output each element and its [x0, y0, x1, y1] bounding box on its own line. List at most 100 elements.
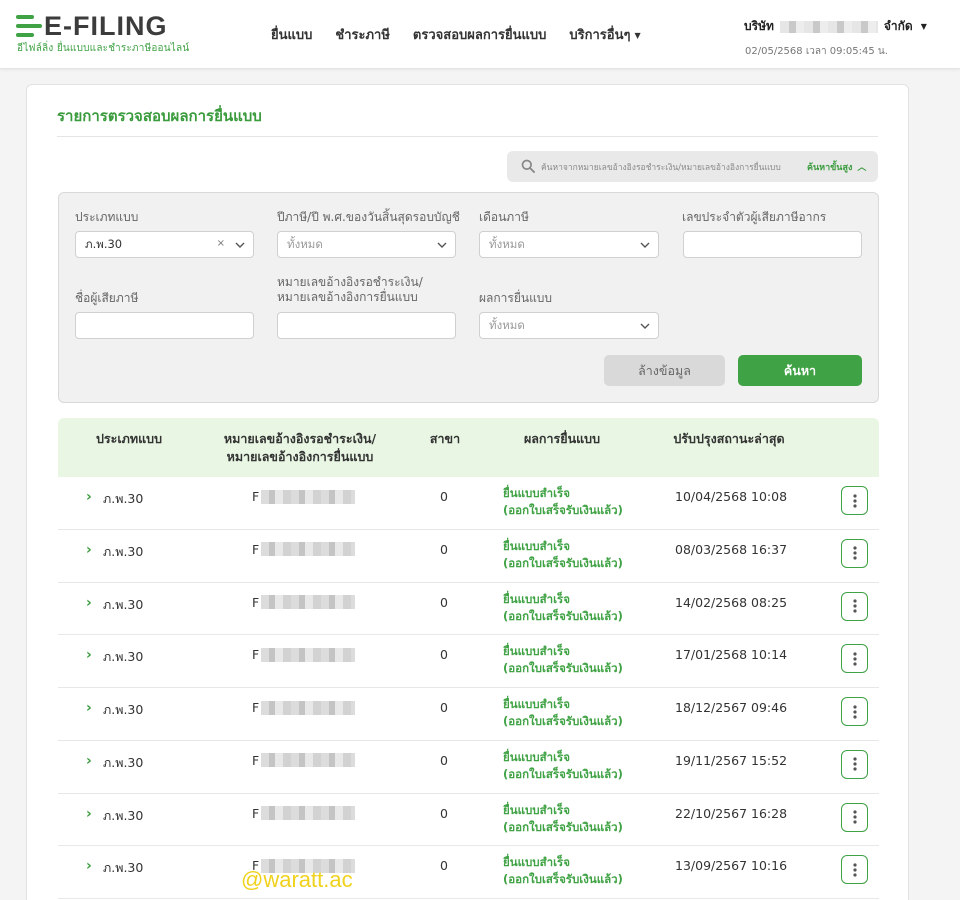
cell-ref-no: F — [252, 647, 356, 662]
expand-row-chevron-icon[interactable]: › — [86, 595, 92, 611]
clear-selection-icon[interactable]: × — [217, 238, 225, 249]
row-actions-button[interactable] — [841, 697, 868, 726]
cell-branch: 0 — [440, 858, 448, 874]
taxpayer-name-input[interactable] — [75, 312, 254, 339]
form-type-select[interactable]: ภ.พ.30 × — [75, 231, 254, 258]
cell-result: ยื่นแบบสำเร็จ (ออกใบเสร็จรับเงินแล้ว) — [503, 697, 623, 728]
cell-branch: 0 — [440, 752, 448, 768]
cell-form-type: ภ.พ.30 — [103, 543, 144, 559]
cell-form-type: ภ.พ.30 — [103, 491, 144, 506]
redacted-ref-no — [261, 542, 356, 557]
cell-ref-no: F — [252, 806, 356, 821]
more-vertical-icon — [852, 599, 857, 613]
cell-last-updated: 18/12/2567 09:46 — [675, 700, 788, 715]
nav-item-other-services[interactable]: บริการอื่นๆ ▼ — [569, 24, 640, 45]
cell-last-updated: 13/09/2567 10:16 — [675, 858, 788, 874]
cell-result: ยื่นแบบสำเร็จ (ออกใบเสร็จรับเงินแล้ว) — [503, 591, 623, 623]
redacted-ref-no — [261, 806, 356, 820]
cell-branch: 0 — [440, 700, 448, 715]
company-menu[interactable]: บริษัท จำกัด ▼ — [744, 17, 927, 36]
row-actions-button[interactable] — [841, 644, 868, 674]
clear-button[interactable]: ล้างข้อมูล — [604, 355, 725, 386]
cell-result: ยื่นแบบสำเร็จ (ออกใบเสร็จรับเงินแล้ว) — [503, 644, 623, 676]
search-button[interactable]: ค้นหา — [738, 355, 862, 386]
company-suffix: จำกัด — [883, 19, 913, 33]
main-nav: ยื่นแบบ ชำระภาษี ตรวจสอบผลการยื่นแบบ บริ… — [271, 24, 641, 45]
cell-ref-no: F — [252, 700, 356, 715]
expand-row-chevron-icon[interactable]: › — [86, 489, 92, 505]
table-row: › ภ.พ.30 F 0 ยื่นแบบสำเร็จ (ออกใบเสร็จรับ… — [58, 635, 879, 688]
cell-branch: 0 — [440, 594, 448, 610]
table-row: › ภ.พ.30 F 0 ยื่นแบบสำเร็จ (ออกใบเสร็จรับ… — [58, 530, 879, 583]
cell-ref-no: F — [252, 753, 356, 768]
cell-result: ยื่นแบบสำเร็จ (ออกใบเสร็จรับเงินแล้ว) — [503, 855, 623, 887]
logo-mark-icon — [16, 15, 42, 37]
col-header-result: ผลการยื่นแบบ — [523, 431, 601, 446]
quick-search-bar: ค้นหาจากหมายเลขอ้างอิงรอชำระเงิน/หมายเลข… — [507, 151, 878, 182]
row-actions-button[interactable] — [841, 802, 868, 832]
tax-year-label: ปีภาษี/ปี พ.ศ.ของวันสิ้นสุดรอบบัญชี — [277, 210, 460, 224]
nav-item-pay-tax[interactable]: ชำระภาษี — [335, 24, 390, 45]
expand-row-chevron-icon[interactable]: › — [86, 542, 92, 558]
tax-id-input[interactable] — [683, 231, 862, 258]
tax-month-select[interactable]: ทั้งหมด — [479, 231, 659, 258]
table-row: › ภ.พ.30 F 0 ยื่นแบบสำเร็จ (ออกใบเสร็จรับ… — [58, 688, 879, 741]
more-vertical-icon — [852, 652, 857, 666]
row-actions-button[interactable] — [841, 486, 868, 515]
title-divider — [57, 136, 878, 137]
cell-form-type: ภ.พ.30 — [103, 649, 144, 665]
results-table-body: › ภ.พ.30 F 0 ยื่นแบบสำเร็จ (ออกใบเสร็จรับ… — [58, 477, 879, 899]
expand-row-chevron-icon[interactable]: › — [86, 647, 92, 663]
chevron-down-icon — [640, 323, 650, 329]
cell-last-updated: 14/02/2568 08:25 — [675, 594, 788, 610]
more-vertical-icon — [852, 493, 857, 508]
expand-row-chevron-icon[interactable]: › — [86, 806, 92, 822]
search-icon — [521, 159, 535, 173]
row-actions-button[interactable] — [841, 749, 868, 779]
nav-item-file-return[interactable]: ยื่นแบบ — [271, 24, 312, 45]
row-actions-button[interactable] — [841, 591, 868, 621]
cell-branch: 0 — [440, 541, 448, 557]
cell-branch: 0 — [440, 805, 448, 821]
filing-result-label: ผลการยื่นแบบ — [479, 291, 553, 305]
row-actions-button[interactable] — [841, 538, 868, 568]
cell-ref-no: F — [252, 489, 356, 504]
expand-row-chevron-icon[interactable]: › — [86, 858, 92, 874]
row-actions-button[interactable] — [841, 855, 868, 885]
more-vertical-icon — [852, 863, 857, 877]
cell-result: ยื่นแบบสำเร็จ (ออกใบเสร็จรับเงินแล้ว) — [503, 486, 623, 517]
company-prefix: บริษัท — [744, 19, 774, 33]
cell-last-updated: 19/11/2567 15:52 — [675, 752, 788, 768]
filing-result-select[interactable]: ทั้งหมด — [479, 312, 659, 339]
cell-last-updated: 10/04/2568 10:08 — [675, 489, 788, 504]
page-title: รายการตรวจสอบผลการยื่นแบบ — [57, 107, 262, 125]
table-row: › ภ.พ.30 F 0 ยื่นแบบสำเร็จ (ออกใบเสร็จรับ… — [58, 741, 879, 794]
expand-row-chevron-icon[interactable]: › — [86, 753, 92, 769]
col-header-ref-no: หมายเลขอ้างอิงรอชำระเงิน/ หมายเลขอ้างอิง… — [223, 431, 377, 464]
col-header-last-updated: ปรับปรุงสถานะล่าสุด — [673, 431, 785, 446]
advanced-search-toggle[interactable]: ค้นหาขั้นสูง ︿ — [807, 160, 866, 174]
col-header-form-type: ประเภทแบบ — [95, 431, 163, 446]
logo-text: E-FILING — [44, 11, 168, 41]
cell-form-type: ภ.พ.30 — [103, 702, 144, 717]
chevron-down-icon — [235, 242, 245, 248]
redacted-ref-no — [261, 647, 356, 662]
table-row: › ภ.พ.30 F 0 ยื่นแบบสำเร็จ (ออกใบเสร็จรับ… — [58, 846, 879, 899]
table-row: › ภ.พ.30 F 0 ยื่นแบบสำเร็จ (ออกใบเสร็จรับ… — [58, 583, 879, 636]
tax-year-select[interactable]: ทั้งหมด — [277, 231, 456, 258]
expand-row-chevron-icon[interactable]: › — [86, 700, 92, 716]
more-vertical-icon — [852, 546, 857, 560]
cell-result: ยื่นแบบสำเร็จ (ออกใบเสร็จรับเงินแล้ว) — [503, 538, 623, 570]
caret-down-icon: ▼ — [920, 22, 927, 31]
redacted-ref-no — [261, 700, 356, 715]
ref-no-input[interactable] — [277, 312, 456, 339]
cell-branch: 0 — [440, 647, 448, 663]
top-navbar: E-FILING อีไฟล์ลิ่ง ยื่นแบบและชำระภาษีออ… — [0, 0, 960, 69]
advanced-filter-panel: ประเภทแบบ ภ.พ.30 × ปีภาษี/ปี พ.ศ.ของวันส… — [58, 192, 879, 403]
efiling-logo[interactable]: E-FILING อีไฟล์ลิ่ง ยื่นแบบและชำระภาษีออ… — [14, 12, 189, 56]
nav-item-check-results[interactable]: ตรวจสอบผลการยื่นแบบ — [413, 24, 546, 45]
watermark-text: @waratt.ac — [241, 867, 353, 892]
search-input[interactable]: ค้นหาจากหมายเลขอ้างอิงรอชำระเงิน/หมายเลข… — [541, 160, 789, 174]
cell-last-updated: 22/10/2567 16:28 — [675, 805, 788, 821]
cell-last-updated: 17/01/2568 10:14 — [675, 647, 788, 663]
